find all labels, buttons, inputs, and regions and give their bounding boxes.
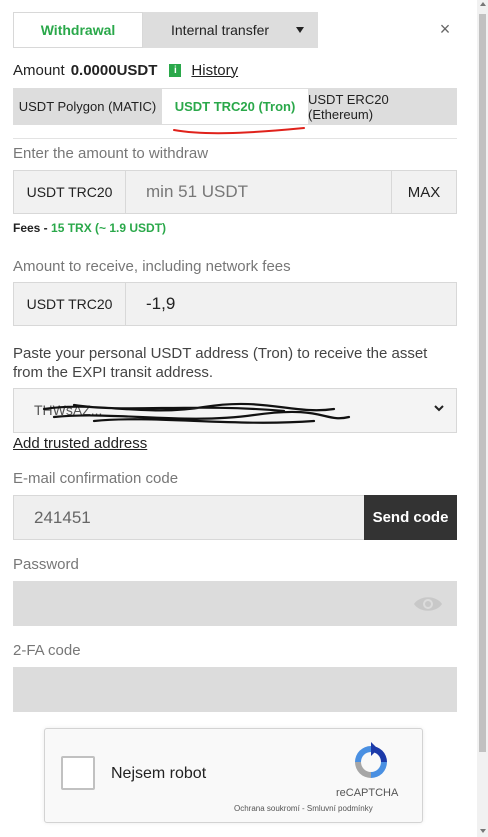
withdraw-amount-placeholder: min 51 USDT [146, 182, 249, 201]
email-code-input[interactable]: 241451 [13, 495, 365, 540]
scroll-down-arrow-icon[interactable] [480, 829, 486, 833]
recaptcha-terms-link[interactable]: Smluvní podmínky [307, 804, 373, 813]
password-input[interactable] [13, 581, 457, 626]
address-select[interactable]: THWsAZ... [13, 388, 457, 433]
password-label: Password [13, 556, 79, 573]
recaptcha-separator: - [299, 804, 307, 813]
receive-amount-group: USDT TRC20 -1,9 [13, 282, 457, 326]
network-tab-trc20[interactable]: USDT TRC20 (Tron) [162, 88, 308, 125]
amount-value: 0.0000USDT [70, 61, 158, 79]
divider [13, 138, 457, 139]
chevron-down-icon [434, 405, 444, 412]
address-label: Paste your personal USDT address (Tron) … [13, 345, 428, 381]
red-underline-annotation [173, 127, 305, 135]
redaction-scribble [42, 402, 351, 424]
recaptcha-checkbox[interactable] [61, 756, 95, 790]
history-link[interactable]: History [191, 62, 238, 79]
network-tab-polygon[interactable]: USDT Polygon (MATIC) [13, 88, 162, 125]
recaptcha-logo-icon [355, 742, 387, 778]
network-tabs: USDT Polygon (MATIC) USDT TRC20 (Tron) U… [13, 88, 457, 125]
info-icon[interactable]: i [169, 63, 182, 77]
withdraw-amount-label: Enter the amount to withdraw [13, 145, 209, 162]
twofa-input[interactable] [13, 667, 457, 712]
tab-withdrawal[interactable]: Withdrawal [13, 12, 143, 48]
withdraw-amount-input[interactable]: min 51 USDT [126, 171, 391, 213]
amount-row: Amount 0.0000USDT i History [13, 60, 238, 80]
fees-label: Fees - [13, 221, 52, 235]
eye-icon[interactable] [413, 594, 443, 614]
recaptcha-brand: reCAPTCHA [336, 787, 399, 799]
amount-label: Amount [13, 61, 65, 79]
tab-internal-transfer-label: Internal transfer [171, 22, 270, 38]
receive-currency-addon: USDT TRC20 [14, 283, 126, 325]
recaptcha-privacy-link[interactable]: Ochrana soukromí [234, 804, 300, 813]
recaptcha-links: Ochrana soukromí - Smluvní podmínky [234, 804, 373, 813]
scroll-up-arrow-icon[interactable] [480, 2, 486, 6]
fees-value: 15 TRX (~ 1.9 USDT) [51, 221, 167, 235]
scrollbar-thumb[interactable] [479, 14, 486, 752]
send-code-button[interactable]: Send code [364, 495, 457, 540]
receive-amount-label: Amount to receive, including network fee… [13, 258, 291, 275]
recaptcha-label: Nejsem robot [111, 765, 207, 782]
tab-internal-transfer[interactable]: Internal transfer [143, 12, 318, 48]
add-trusted-address-link[interactable]: Add trusted address [13, 435, 147, 452]
recaptcha-widget: Nejsem robot reCAPTCHA Ochrana soukromí … [44, 728, 423, 823]
withdraw-amount-group: USDT TRC20 min 51 USDT MAX [13, 170, 457, 214]
withdraw-currency-addon: USDT TRC20 [14, 171, 126, 213]
network-tab-erc20[interactable]: USDT ERC20 (Ethereum) [308, 88, 457, 125]
email-code-label: E-mail confirmation code [13, 470, 179, 487]
fees-text: Fees - 15 TRX (~ 1.9 USDT) [13, 221, 166, 235]
twofa-label: 2-FA code [13, 642, 81, 659]
close-icon[interactable]: × [436, 20, 454, 38]
receive-amount-value: -1,9 [126, 283, 456, 325]
max-button[interactable]: MAX [391, 171, 456, 213]
caret-down-icon [296, 27, 304, 33]
